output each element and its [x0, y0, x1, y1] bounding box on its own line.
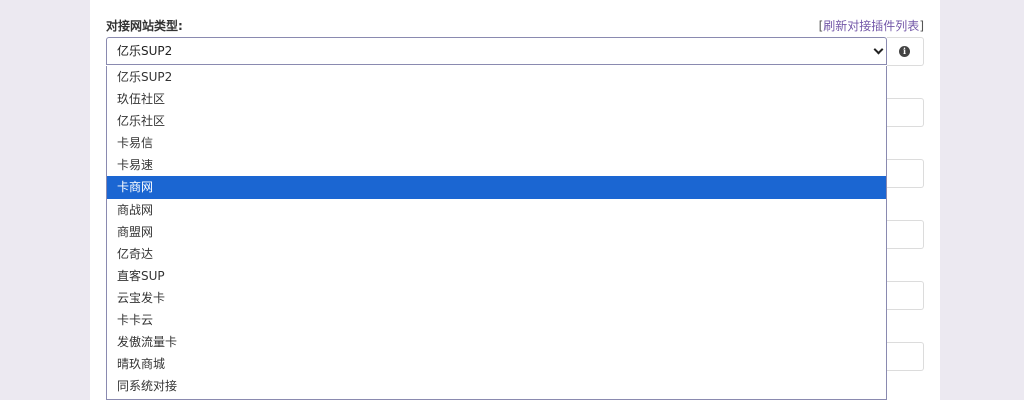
dropdown-option[interactable]: 晴玖商城	[107, 353, 886, 375]
dropdown-option[interactable]: 云宝发卡	[107, 287, 886, 309]
dropdown-option[interactable]: 商战网	[107, 199, 886, 221]
dropdown-option[interactable]: 商盟网	[107, 221, 886, 243]
dropdown-option[interactable]: 直客SUP	[107, 265, 886, 287]
background-input[interactable]	[887, 159, 924, 188]
site-type-select[interactable]: 亿乐SUP2	[106, 37, 887, 65]
refresh-plugin-list-link[interactable]: [刷新对接插件列表]	[819, 17, 924, 34]
form-panel: 对接网站类型: [刷新对接插件列表] 亿乐SUP2 i 亿乐SUP2 玖伍社区 …	[90, 0, 940, 400]
site-type-dropdown-list[interactable]: 亿乐SUP2 玖伍社区 亿乐社区 卡易信 卡易速 卡商网 商战网 商盟网 亿奇达…	[106, 66, 887, 400]
background-input[interactable]	[887, 220, 924, 249]
refresh-link-text[interactable]: 刷新对接插件列表	[823, 19, 919, 33]
dropdown-option[interactable]: 发傲流量卡	[107, 331, 886, 353]
background-input[interactable]	[887, 98, 924, 127]
site-type-label: 对接网站类型:	[106, 19, 183, 33]
background-input[interactable]	[887, 281, 924, 310]
dropdown-option[interactable]: 卡卡云	[107, 309, 886, 331]
dropdown-option[interactable]: 卡易速	[107, 154, 886, 176]
dropdown-option[interactable]: 同系统对接	[107, 375, 886, 397]
info-button[interactable]: i	[887, 37, 924, 66]
dropdown-option[interactable]: 亿奇达	[107, 243, 886, 265]
background-input[interactable]	[887, 342, 924, 371]
refresh-bracket-close: ]	[919, 19, 924, 33]
dropdown-option[interactable]: 玖伍社区	[107, 88, 886, 110]
dropdown-option[interactable]: 卡易信	[107, 132, 886, 154]
select-value: 亿乐SUP2	[117, 44, 173, 58]
info-icon: i	[899, 46, 910, 57]
dropdown-option-selected[interactable]: 卡商网	[107, 176, 886, 199]
dropdown-option[interactable]: 亿乐社区	[107, 110, 886, 132]
dropdown-option[interactable]: 亿乐SUP2	[107, 66, 886, 88]
